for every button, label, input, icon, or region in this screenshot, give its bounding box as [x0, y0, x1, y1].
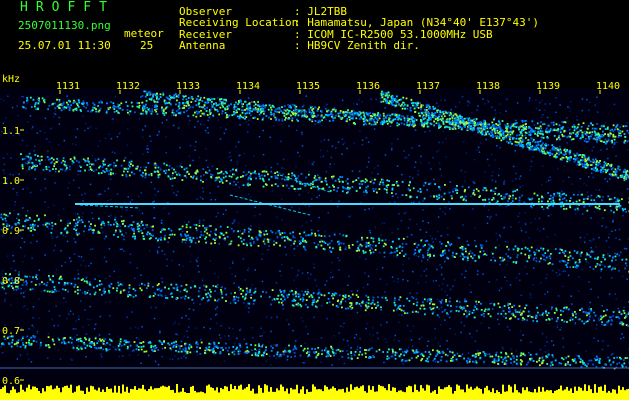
- y-tick-label: 0.6: [2, 376, 20, 387]
- y-axis-label: kHz: [2, 74, 20, 85]
- y-tick-label: 0.7: [2, 326, 20, 337]
- y-tick-label: 1.0: [2, 176, 20, 187]
- spectrogram: 1131 1132 1133 1134 1135 1136 1137 1138 1139 1140…: [0, 74, 629, 400]
- y-tick-label: 0.9: [2, 226, 20, 237]
- y-tick-label: 0.8: [2, 276, 20, 287]
- y-tick-label: 1.1: [2, 126, 20, 137]
